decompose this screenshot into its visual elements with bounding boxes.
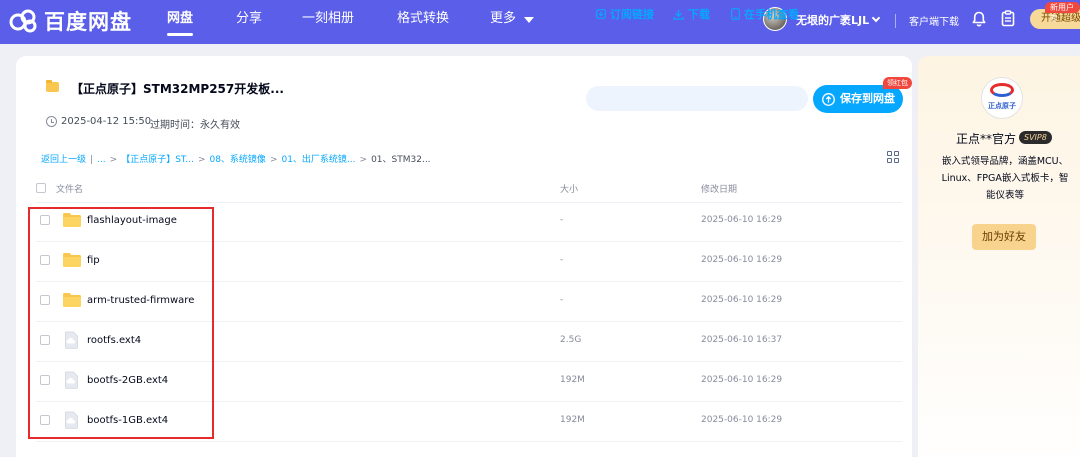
- breadcrumb-item[interactable]: 01、出厂系统镜...: [281, 155, 355, 165]
- file-date: 2025-06-10 16:37: [701, 335, 783, 345]
- subscribe-label: 订阅链接: [610, 8, 654, 21]
- column-header-size[interactable]: 大小: [560, 182, 578, 195]
- download-icon: [673, 9, 684, 20]
- breadcrumb-item[interactable]: 08、系统镜像: [209, 155, 265, 165]
- share-expire: 过期时间：永久有效: [150, 120, 240, 131]
- breadcrumb-separator: >: [359, 155, 368, 165]
- breadcrumb-item[interactable]: ...: [97, 155, 106, 165]
- nav-item-more[interactable]: 更多: [490, 11, 516, 33]
- view-on-phone-label: 在手机查看: [744, 8, 799, 21]
- file-date: 2025-06-10 16:29: [701, 375, 783, 385]
- breadcrumb-current: 01、STM32...: [371, 155, 431, 165]
- cloud-logo-icon: [8, 8, 40, 34]
- subscribe-link-button[interactable]: 订阅链接: [596, 6, 654, 22]
- share-title: 【正点原子】STM32MP257开发板...: [71, 82, 284, 96]
- nav-item-format-convert[interactable]: 格式转换: [397, 11, 449, 33]
- new-user-badge: 新用户专: [1045, 2, 1080, 23]
- breadcrumb-separator: >: [269, 155, 278, 165]
- breadcrumb-separator: >: [109, 155, 118, 165]
- publisher-description: 嵌入式领导品牌，涵盖MCU、Linux、FPGA嵌入式板卡，智能仪表等: [941, 156, 1069, 201]
- nav-active-indicator: [167, 33, 193, 36]
- red-packet-badge: 领红包: [883, 77, 912, 89]
- grid-cell: [887, 158, 892, 163]
- breadcrumb-back[interactable]: 返回上一级: [41, 155, 86, 165]
- share-date: 2025-04-12 15:50: [61, 116, 152, 127]
- file-size: -: [560, 295, 564, 305]
- clock-icon: [46, 116, 57, 127]
- publisher-logo-text: 正点原子: [988, 102, 1016, 110]
- view-on-phone-button[interactable]: 在手机查看: [731, 6, 799, 22]
- grid-cell: [894, 151, 899, 156]
- file-size: -: [560, 255, 564, 265]
- column-header-name[interactable]: 文件名: [56, 182, 83, 195]
- annotation-highlight-box: [28, 207, 214, 439]
- add-friend-button[interactable]: 加为好友: [972, 224, 1036, 250]
- svip-badge: SVIP8: [1019, 131, 1052, 144]
- chevron-down-icon[interactable]: [524, 17, 534, 23]
- baidu-netdisk-logo[interactable]: 百度网盘: [8, 6, 132, 36]
- file-date: 2025-06-10 16:29: [701, 295, 783, 305]
- share-action-group: [586, 86, 808, 111]
- bell-icon[interactable]: [972, 11, 986, 27]
- nav-item-share[interactable]: 分享: [236, 11, 262, 33]
- file-size: 192M: [560, 375, 585, 385]
- file-date: 2025-06-10 16:29: [701, 415, 783, 425]
- nav-item-netdisk[interactable]: 网盘: [167, 11, 193, 33]
- folder-icon: [46, 80, 59, 92]
- subscribe-icon: [596, 9, 606, 19]
- grid-cell: [887, 151, 892, 156]
- file-date: 2025-06-10 16:29: [701, 215, 783, 225]
- publisher-name: 正点**官方: [956, 132, 1017, 146]
- file-date: 2025-06-10 16:29: [701, 255, 783, 265]
- download-label: 下载: [688, 8, 710, 21]
- file-size: 2.5G: [560, 335, 582, 345]
- breadcrumb: 返回上一级 |... > 【正点原子】ST... >08、系统镜像 >01、出厂系统镜..…: [41, 152, 431, 165]
- publisher-logo-mark-icon: [990, 83, 1014, 97]
- column-header-date[interactable]: 修改日期: [701, 182, 737, 195]
- clipboard-icon[interactable]: [1001, 10, 1015, 27]
- download-button[interactable]: 下载: [673, 6, 710, 22]
- grid-cell: [894, 158, 899, 163]
- cloud-upload-icon: [822, 93, 835, 106]
- file-size: 192M: [560, 415, 585, 425]
- breadcrumb-item[interactable]: 【正点原子】ST...: [121, 155, 194, 165]
- divider: [895, 14, 896, 28]
- breadcrumb-separator: |: [90, 155, 94, 165]
- client-download-link[interactable]: 客户端下载: [909, 13, 959, 28]
- grid-view-icon[interactable]: [887, 151, 900, 164]
- nav-item-album[interactable]: 一刻相册: [302, 11, 354, 33]
- breadcrumb-separator: >: [197, 155, 206, 165]
- brand-name: 百度网盘: [44, 10, 132, 34]
- file-size: -: [560, 215, 564, 225]
- select-all-checkbox[interactable]: [36, 183, 46, 193]
- phone-icon: [731, 8, 740, 20]
- user-name[interactable]: 无垠的广袤LJL: [796, 12, 869, 28]
